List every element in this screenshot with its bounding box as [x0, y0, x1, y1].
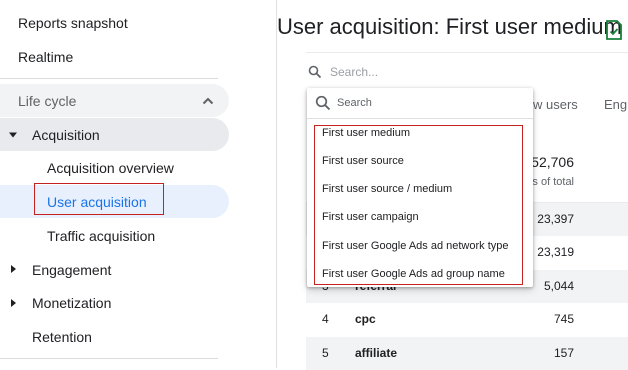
row-index: 4 — [322, 312, 329, 326]
sidebar-item-traffic-acquisition[interactable]: Traffic acquisition — [47, 228, 155, 244]
table-row[interactable]: 4 cpc 745 — [306, 303, 628, 336]
row-new-users: 157 — [553, 346, 574, 360]
table-row[interactable]: 5 affiliate 157 — [306, 337, 628, 370]
dropdown-search-bar[interactable]: Search — [307, 88, 533, 119]
sidebar-item-retention[interactable]: Retention — [32, 329, 92, 345]
dropdown-option[interactable]: First user medium — [322, 127, 410, 139]
sidebar-section-lifecycle[interactable]: Life cycle — [0, 84, 229, 117]
row-new-users: 23,397 — [537, 212, 574, 226]
sidebar-item-label: Acquisition — [32, 127, 100, 143]
sidebar-item-acquisition-overview[interactable]: Acquisition overview — [47, 160, 174, 176]
column-header-engagement[interactable]: Eng — [604, 97, 627, 112]
table-search-bar[interactable]: Search... — [306, 58, 628, 88]
page-title: User acquisition: First user medium — [277, 14, 622, 39]
total-caption: s of total — [532, 176, 574, 188]
dropdown-search-input[interactable]: Search — [337, 97, 372, 109]
sidebar-item-engagement[interactable]: Engagement — [32, 262, 111, 278]
sidebar-item-monetization[interactable]: Monetization — [32, 295, 111, 311]
row-new-users: 5,044 — [543, 279, 574, 293]
search-input[interactable]: Search... — [330, 65, 378, 79]
search-icon — [315, 95, 331, 111]
row-new-users: 745 — [553, 312, 574, 326]
dropdown-option[interactable]: First user source / medium — [322, 183, 452, 195]
sidebar-separator — [276, 0, 277, 368]
dropdown-option[interactable]: First user Google Ads ad group name — [322, 268, 505, 280]
caret-right-icon — [11, 265, 16, 273]
row-medium: cpc — [355, 312, 376, 326]
search-icon — [308, 65, 322, 79]
sidebar-divider — [0, 78, 218, 79]
dropdown-option[interactable]: First user Google Ads ad network type — [322, 240, 508, 252]
sidebar-divider — [0, 358, 218, 359]
row-index: 5 — [322, 346, 329, 360]
sidebar-nav: Reports snapshot Realtime Life cycle Acq… — [0, 0, 276, 368]
sidebar-section-label: Life cycle — [18, 93, 77, 109]
caret-right-icon — [11, 299, 16, 307]
highlight-box — [34, 183, 164, 215]
sidebar-item-reports-snapshot[interactable]: Reports snapshot — [18, 15, 128, 31]
dimension-dropdown: Search First user medium First user sour… — [307, 88, 533, 287]
caret-down-icon — [9, 132, 17, 138]
column-header-new-users[interactable]: w users — [533, 97, 578, 112]
dropdown-option[interactable]: First user source — [322, 155, 404, 167]
chevron-up-icon[interactable] — [200, 93, 216, 109]
total-new-users: 52,706 — [531, 154, 574, 170]
row-new-users: 23,319 — [537, 245, 574, 259]
dropdown-option[interactable]: First user campaign — [322, 211, 419, 223]
dropdown-options-highlight — [314, 125, 523, 285]
report-check-icon[interactable] — [605, 20, 623, 40]
sidebar-item-acquisition[interactable]: Acquisition — [0, 118, 229, 151]
toolbar-divider — [306, 52, 628, 53]
row-medium: affiliate — [355, 346, 398, 360]
sidebar-item-realtime[interactable]: Realtime — [18, 49, 73, 65]
